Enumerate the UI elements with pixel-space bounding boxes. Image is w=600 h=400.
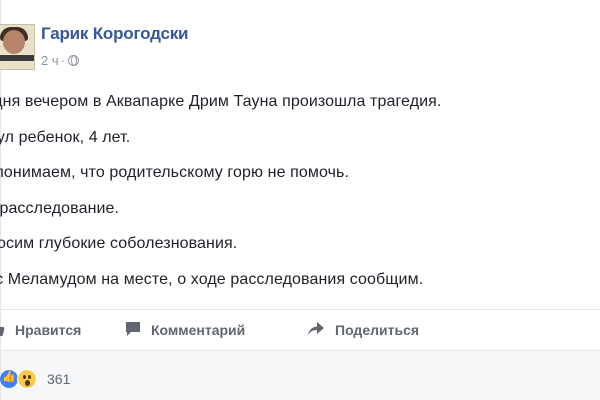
avatar-face	[3, 30, 25, 54]
post-card: Гарик Корогодски 2 ч · годня вечером в Ак…	[0, 0, 600, 400]
post-text-line: онул ребенок, 4 лет.	[0, 128, 131, 146]
reactions-bar[interactable]: 361	[0, 351, 600, 400]
post-text-line: ы с Меламудом на месте, о ходе расследов…	[0, 270, 424, 288]
author-avatar[interactable]	[0, 24, 35, 70]
post-header: Гарик Корогодски 2 ч ·	[0, 14, 600, 74]
share-label: Поделиться	[335, 322, 420, 338]
thumbs-up-icon	[0, 321, 5, 340]
meta-separator: ·	[60, 53, 65, 68]
globe-icon[interactable]	[67, 55, 79, 66]
post-text-line: ет расследование.	[0, 199, 120, 217]
post-meta: 2 ч ·	[41, 53, 79, 68]
author-name-link[interactable]: Гарик Корогодски	[41, 24, 188, 44]
share-button[interactable]: Поделиться	[307, 321, 419, 340]
like-button[interactable]: Нравится	[0, 321, 81, 340]
post-text-line: ы понимаем, что родительскому горю не по…	[0, 164, 350, 181]
comment-label: Комментарий	[151, 322, 246, 338]
like-label: Нравится	[15, 322, 82, 338]
post-text-line: годня вечером в Аквапарке Дрим Тауна про…	[0, 93, 442, 110]
reaction-count[interactable]: 361	[47, 371, 70, 387]
post-text-line: иносим глубокие соболезнования.	[0, 235, 238, 252]
comment-icon	[125, 321, 141, 340]
avatar-stripe	[0, 55, 34, 61]
action-bar: Нравится Комментарий Поделиться	[0, 310, 600, 350]
share-arrow-icon	[307, 321, 325, 340]
post-text: годня вечером в Аквапарке Дрим Тауна про…	[0, 84, 599, 297]
wow-reaction-icon	[17, 369, 37, 389]
post-timestamp[interactable]: 2 ч	[41, 53, 59, 68]
comment-button[interactable]: Комментарий	[125, 321, 245, 340]
